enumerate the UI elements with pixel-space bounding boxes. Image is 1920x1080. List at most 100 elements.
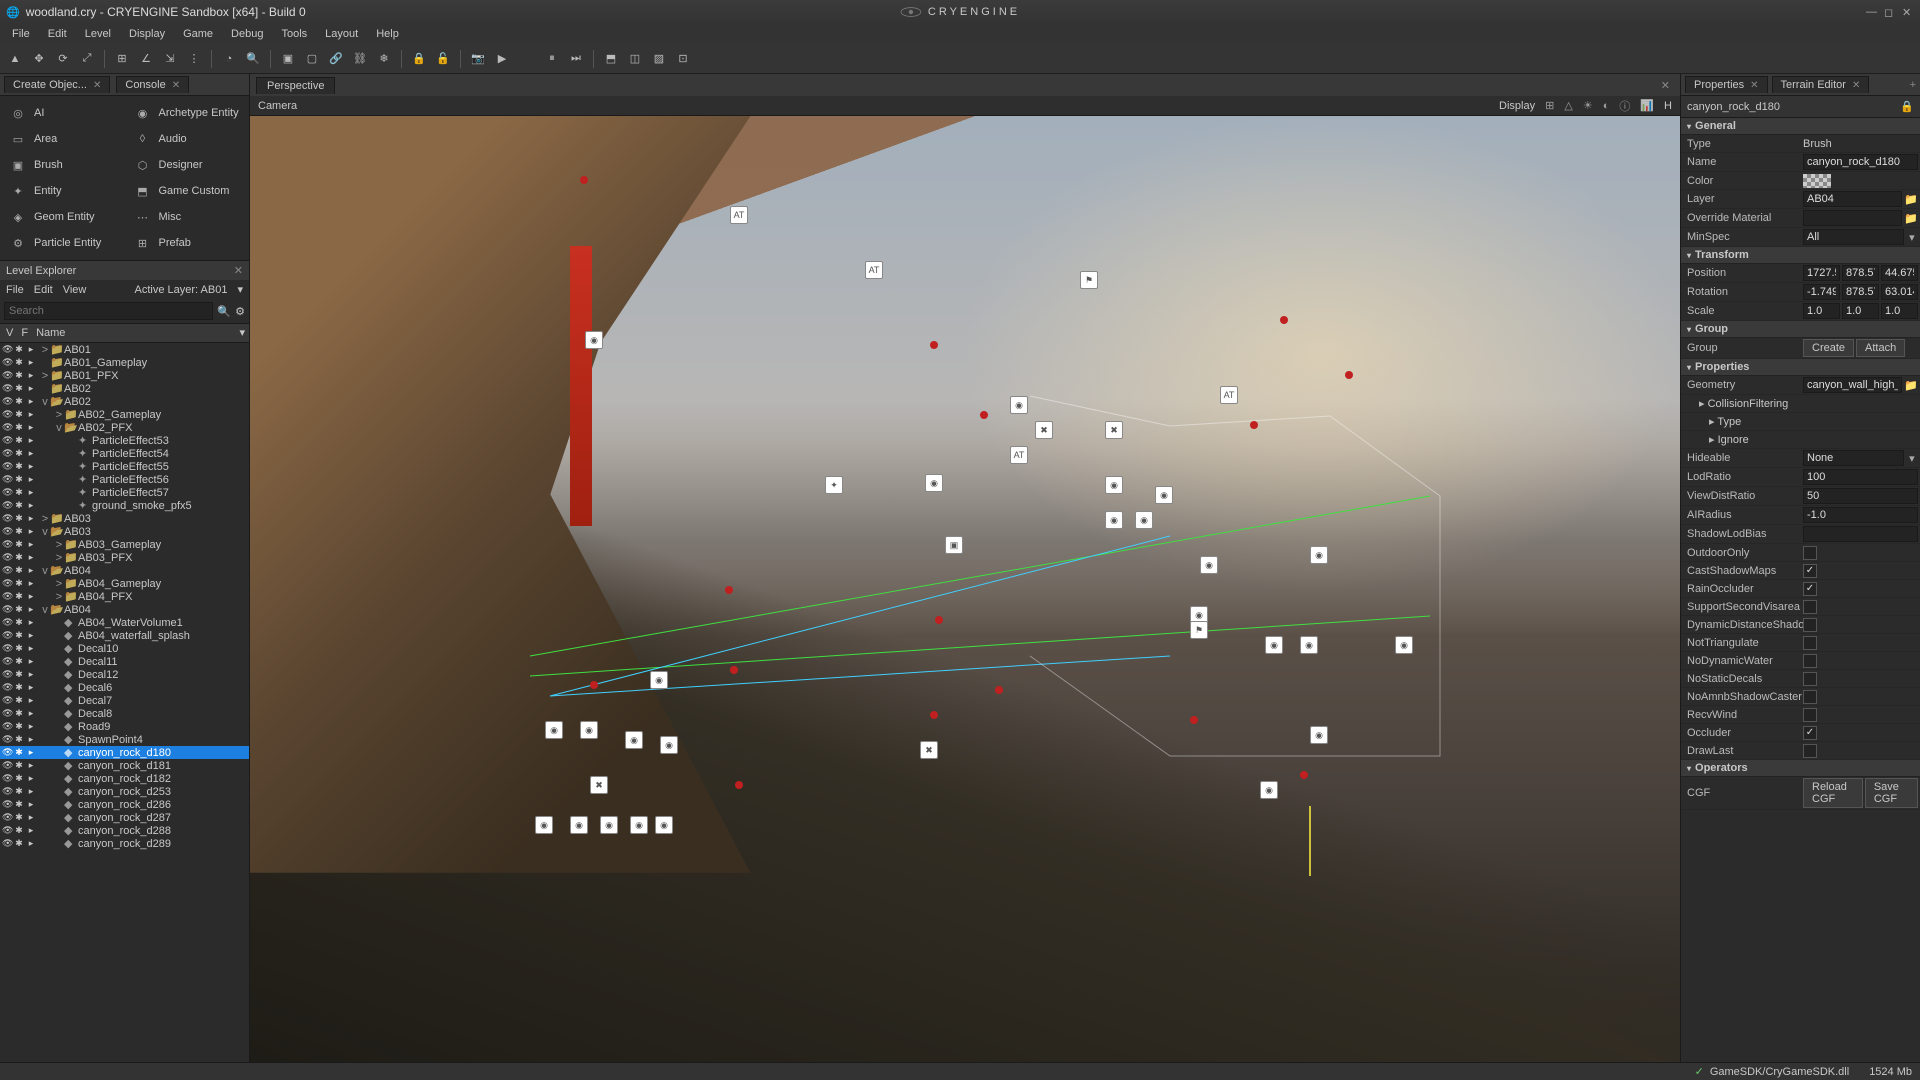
select-all-icon[interactable]: ▣ xyxy=(279,50,297,68)
visibility-icon[interactable]: 👁 xyxy=(2,370,12,381)
camera-icon[interactable]: 📷 xyxy=(469,50,487,68)
tree-row[interactable]: 👁✱▸◆canyon_rock_d180 xyxy=(0,746,249,759)
checkbox-dyndistshado[interactable] xyxy=(1803,618,1817,632)
tree-row[interactable]: 👁✱▸>📁AB03_Gameplay xyxy=(0,538,249,551)
helpers-icon[interactable]: ⊡ xyxy=(674,50,692,68)
expand-icon[interactable]: > xyxy=(54,578,64,590)
section-operators[interactable]: ▾Operators xyxy=(1681,760,1920,777)
move-tool-icon[interactable]: ✥ xyxy=(30,50,48,68)
freeze-icon[interactable]: ✱ xyxy=(14,708,24,719)
tab-perspective[interactable]: Perspective xyxy=(256,77,335,94)
freeze-icon[interactable]: ✱ xyxy=(14,630,24,641)
select-icon[interactable]: ▸ xyxy=(26,825,36,836)
pause-icon[interactable]: ⏸ xyxy=(543,50,561,68)
viewport-gizmo[interactable]: ◉ xyxy=(1200,556,1218,574)
select-icon[interactable]: ▸ xyxy=(26,682,36,693)
visibility-icon[interactable]: 👁 xyxy=(2,461,12,472)
viewport-gizmo[interactable]: ✖ xyxy=(1035,421,1053,439)
tree-row[interactable]: 👁✱▸>📁AB01 xyxy=(0,343,249,356)
checkbox-nottriangulate[interactable] xyxy=(1803,636,1817,650)
tree-row[interactable]: 👁✱▸◆Road9 xyxy=(0,720,249,733)
select-icon[interactable]: ▸ xyxy=(26,409,36,420)
select-icon[interactable]: ▸ xyxy=(26,526,36,537)
visibility-icon[interactable]: 👁 xyxy=(2,695,12,706)
viewport-gizmo[interactable]: ▣ xyxy=(945,536,963,554)
freeze-icon[interactable]: ❄ xyxy=(375,50,393,68)
expand-icon[interactable]: > xyxy=(54,591,64,603)
dropdown-icon[interactable]: ▾ xyxy=(237,283,243,296)
visibility-icon[interactable]: 👁 xyxy=(2,838,12,849)
select-icon[interactable]: ▸ xyxy=(26,383,36,394)
create-item-particle-entity[interactable]: ⚙Particle Entity xyxy=(0,230,125,256)
label-collision-type[interactable]: ▸ Type xyxy=(1681,413,1801,430)
viewport-gizmo[interactable]: ◉ xyxy=(1105,511,1123,529)
minimize-button[interactable]: — xyxy=(1866,6,1878,18)
freeze-icon[interactable]: ✱ xyxy=(14,500,24,511)
visibility-icon[interactable]: 👁 xyxy=(2,383,12,394)
create-item-entity[interactable]: ✦Entity xyxy=(0,178,125,204)
snap-grid-icon[interactable]: ⊞ xyxy=(113,50,131,68)
visibility-icon[interactable]: 👁 xyxy=(2,812,12,823)
input-airadius[interactable] xyxy=(1803,507,1918,523)
stats-icon[interactable]: 📊 xyxy=(1640,99,1654,112)
grid-icon[interactable]: ⊞ xyxy=(1545,99,1554,112)
section-transform[interactable]: ▾Transform xyxy=(1681,247,1920,264)
label-collision-ignore[interactable]: ▸ Ignore xyxy=(1681,431,1801,448)
viewport-gizmo[interactable]: ◉ xyxy=(650,671,668,689)
viewport-gizmo[interactable]: ◉ xyxy=(630,816,648,834)
le-menu-view[interactable]: View xyxy=(63,284,87,296)
freeze-icon[interactable]: ✱ xyxy=(14,487,24,498)
col-visibility[interactable]: V xyxy=(4,326,15,340)
tree-row[interactable]: 👁✱▸◆canyon_rock_d181 xyxy=(0,759,249,772)
select-icon[interactable]: ▸ xyxy=(26,539,36,550)
select-icon[interactable]: ▸ xyxy=(26,344,36,355)
freeze-icon[interactable]: ✱ xyxy=(14,656,24,667)
visibility-icon[interactable]: 👁 xyxy=(2,734,12,745)
tree-row[interactable]: 👁✱▸◆Decal8 xyxy=(0,707,249,720)
attach-group-button[interactable]: Attach xyxy=(1856,339,1905,357)
checkbox-nodynamicwater[interactable] xyxy=(1803,654,1817,668)
tree-row[interactable]: 👁✱▸v📂AB04 xyxy=(0,564,249,577)
tree-row[interactable]: 👁✱▸✦ParticleEffect56 xyxy=(0,473,249,486)
visibility-icon[interactable]: 👁 xyxy=(2,357,12,368)
visibility-icon[interactable]: 👁 xyxy=(2,552,12,563)
select-none-icon[interactable]: ▢ xyxy=(303,50,321,68)
select-icon[interactable]: ▸ xyxy=(26,786,36,797)
viewport-gizmo[interactable]: ◉ xyxy=(1010,396,1028,414)
tab-terrain-editor[interactable]: Terrain Editor✕ xyxy=(1772,76,1870,93)
freeze-icon[interactable]: ✱ xyxy=(14,513,24,524)
section-group[interactable]: ▾Group xyxy=(1681,321,1920,338)
tab-properties[interactable]: Properties✕ xyxy=(1685,76,1768,93)
visibility-icon[interactable]: 👁 xyxy=(2,487,12,498)
play-icon[interactable]: ▶ xyxy=(493,50,511,68)
lock-icon[interactable]: 🔒 xyxy=(1900,100,1914,113)
col-name[interactable]: Name xyxy=(34,326,235,340)
select-icon[interactable]: ▸ xyxy=(26,461,36,472)
ai-icon[interactable]: ◫ xyxy=(626,50,644,68)
visibility-icon[interactable]: 👁 xyxy=(2,435,12,446)
menu-tools[interactable]: Tools xyxy=(273,26,315,42)
select-icon[interactable]: ▸ xyxy=(26,604,36,615)
create-item-ai[interactable]: ◎AI xyxy=(0,100,125,126)
freeze-icon[interactable]: ✱ xyxy=(14,474,24,485)
visibility-icon[interactable]: 👁 xyxy=(2,721,12,732)
freeze-icon[interactable]: ✱ xyxy=(14,526,24,537)
viewport-gizmo[interactable]: ◉ xyxy=(1310,726,1328,744)
create-group-button[interactable]: Create xyxy=(1803,339,1854,357)
freeze-icon[interactable]: ✱ xyxy=(14,695,24,706)
select-icon[interactable]: ▸ xyxy=(26,799,36,810)
expand-icon[interactable]: > xyxy=(54,409,64,421)
freeze-icon[interactable]: ✱ xyxy=(14,422,24,433)
wireframe-icon[interactable]: △ xyxy=(1564,99,1572,112)
tree-row[interactable]: 👁✱▸v📂AB03 xyxy=(0,525,249,538)
tree-row[interactable]: 👁✱▸◆Decal12 xyxy=(0,668,249,681)
tree-row[interactable]: 👁✱▸✦ground_smoke_pfx5 xyxy=(0,499,249,512)
tab-console[interactable]: Console✕ xyxy=(116,76,189,93)
select-icon[interactable]: ▸ xyxy=(26,552,36,563)
section-properties[interactable]: ▾Properties xyxy=(1681,359,1920,376)
checkbox-occluder[interactable]: ✓ xyxy=(1803,726,1817,740)
viewport-gizmo[interactable]: ⚑ xyxy=(1190,621,1208,639)
dropdown-icon[interactable]: ▾ xyxy=(1906,231,1918,244)
freeze-icon[interactable]: ✱ xyxy=(14,734,24,745)
select-icon[interactable]: ▸ xyxy=(26,747,36,758)
